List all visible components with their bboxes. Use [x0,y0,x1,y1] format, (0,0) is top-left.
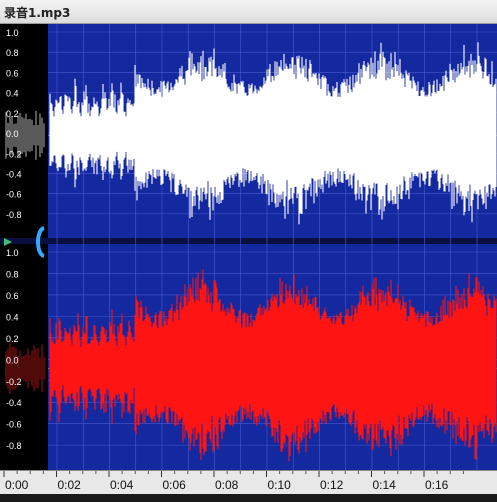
time-label: 0:16 [425,478,449,492]
time-ruler[interactable]: 0:00 0:02 0:04 0:06 0:08 0:10 0:12 0:14 0:16 [0,470,497,494]
amplitude-label: 0.4 [6,89,19,99]
amplitude-label: 0.8 [6,48,19,58]
amplitude-label: 0.0 [6,355,19,365]
waveform-canvas[interactable]: 1.0 0.8 0.6 0.4 0.2 0.0 -0.2 -0.4 -0.6 -0.8 1.0 0.… [0,24,497,470]
amplitude-label: -0.4 [6,398,22,408]
time-label: 0:06 [163,478,187,492]
window-titlebar: 录音1.mp3 [0,0,497,24]
amplitude-label: 1.0 [6,28,19,38]
amplitude-label: 0.8 [6,269,19,279]
bottom-strip [0,494,497,502]
waveform-view[interactable]: 1.0 0.8 0.6 0.4 0.2 0.0 -0.2 -0.4 -0.6 -0.8 1.0 0.… [0,24,497,470]
amplitude-label: 0.0 [6,129,19,139]
amplitude-label: -0.2 [6,377,22,387]
time-label: 0:12 [320,478,344,492]
amplitude-label: -0.8 [6,210,22,220]
amplitude-label: -0.2 [6,149,22,159]
amplitude-label: 0.2 [6,109,19,119]
amplitude-label: -0.4 [6,169,22,179]
amplitude-label: 0.2 [6,334,19,344]
time-label: 0:14 [373,478,397,492]
time-ruler-canvas: 0:00 0:02 0:04 0:06 0:08 0:10 0:12 0:14 0:16 [3,471,464,492]
amplitude-label: 0.4 [6,312,19,322]
time-label: 0:04 [110,478,134,492]
time-label: 0:02 [58,478,82,492]
amplitude-label: -0.6 [6,190,22,200]
amplitude-label: -0.8 [6,441,22,451]
channel-divider [0,238,497,244]
audio-editor-window: 录音1.mp3 1.0 0.8 0.6 0.4 0.2 0.0 -0.2 -0.4 -0.6 -0… [0,0,497,502]
time-label: 0:00 [5,478,29,492]
amplitude-label: -0.6 [6,420,22,430]
amplitude-label: 0.6 [6,291,19,301]
window-title: 录音1.mp3 [4,6,71,20]
amplitude-label: 1.0 [6,248,19,258]
time-label: 0:10 [268,478,292,492]
time-label: 0:08 [215,478,239,492]
amplitude-label: 0.6 [6,68,19,78]
